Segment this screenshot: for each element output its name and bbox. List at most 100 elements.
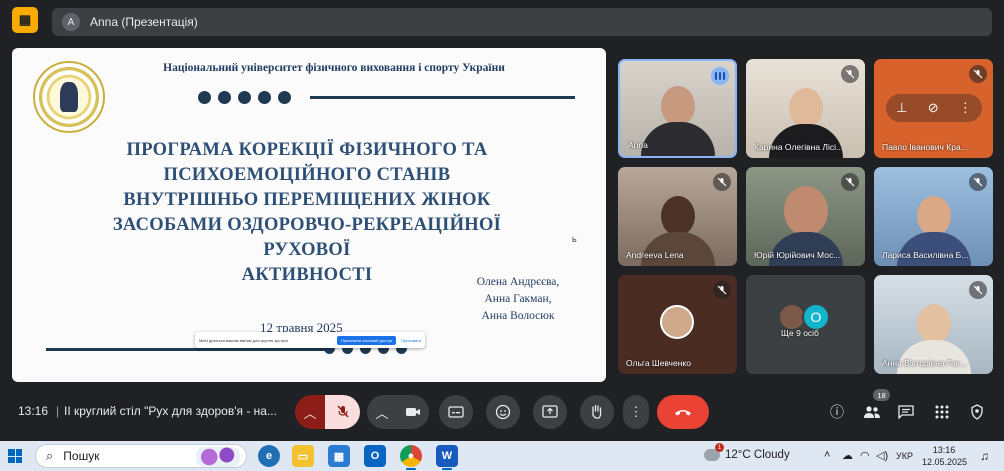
- windows-start-icon[interactable]: [8, 449, 22, 463]
- emoji-icon: [495, 404, 511, 420]
- presenter-bar: A Anna (Презентація): [52, 8, 992, 36]
- participant-name: Павло Іванович Кра...: [882, 142, 968, 152]
- more-participants-label: Ще 9 осіб: [781, 328, 819, 338]
- participant-tile[interactable]: Andreeva Lena: [618, 167, 737, 266]
- taskbar-search[interactable]: ⌕ Пошук: [35, 444, 247, 468]
- weather-alert-badge: 1: [715, 443, 724, 452]
- participant-name: Анна Вікторівна Гак...: [882, 358, 967, 368]
- cloud-icon: 1: [704, 443, 724, 461]
- system-clock[interactable]: 13:16 12.05.2025: [922, 444, 968, 468]
- camera-toggle-button[interactable]: [397, 395, 429, 429]
- chevron-up-icon[interactable]: ˄: [824, 449, 830, 461]
- hand-icon: [592, 404, 602, 419]
- microphone-toggle-button[interactable]: [325, 395, 360, 429]
- hide-button[interactable]: Приховати: [401, 338, 421, 343]
- end-call-icon: [675, 410, 691, 416]
- store-icon[interactable]: ▦: [328, 445, 350, 467]
- host-controls-button[interactable]: [966, 401, 988, 423]
- meeting-time: 13:16: [18, 404, 49, 418]
- slide-title-line: ЗАСОБАМИ ОЗДОРОВЧО-РЕКРЕАЦІЙНОЇ РУХОВОЇ: [112, 215, 502, 260]
- present-now-button[interactable]: [533, 395, 567, 429]
- active-app-indicator: [442, 468, 452, 470]
- participant-name: Ольга Шевченко: [626, 358, 691, 368]
- mic-off-icon: [336, 405, 349, 418]
- people-icon: [864, 406, 880, 418]
- university-logo: [33, 61, 105, 133]
- mic-options-button[interactable]: ︿: [295, 395, 325, 429]
- search-icon: ⌕: [46, 448, 54, 463]
- participant-tile[interactable]: Anna: [618, 59, 737, 158]
- presentation-icon[interactable]: ▦: [12, 7, 38, 33]
- shared-presentation: Національний університет фізичного вихов…: [12, 48, 606, 382]
- participant-tile[interactable]: Анна Вікторівна Гак...: [874, 275, 993, 374]
- language-indicator[interactable]: УКР: [896, 451, 913, 461]
- participant-tile[interactable]: Ольга Шевченко: [618, 275, 737, 374]
- clock-date: 12.05.2025: [922, 457, 968, 467]
- more-vert-icon: ⋮: [629, 404, 643, 419]
- mic-off-icon: [841, 173, 859, 191]
- wifi-icon[interactable]: ◠: [860, 449, 870, 462]
- more-options-button[interactable]: ⋮: [623, 395, 649, 429]
- meeting-title: II круглий стіл "Рух для здоров'я - на..…: [64, 404, 277, 418]
- mouse-cursor: ь: [572, 234, 577, 244]
- apps-grid-icon: [935, 405, 949, 419]
- meeting-details-button[interactable]: ⓘ: [826, 401, 848, 423]
- participant-avatars: O: [778, 303, 830, 331]
- captions-button[interactable]: [439, 395, 473, 429]
- participant-name: Лариса Василівна Б...: [882, 250, 969, 260]
- more-participants-tile[interactable]: O Ще 9 осіб: [746, 275, 865, 374]
- weather-widget[interactable]: 1 12°C Cloudy: [704, 443, 790, 461]
- meet-window: ▦ A Anna (Презентація) Національний унів…: [0, 0, 1004, 471]
- slide-authors: Олена Андрєєва, Анна Гакман, Анна Волосю…: [458, 274, 578, 325]
- participant-tile[interactable]: Юрій Юрійович Мос...: [746, 167, 865, 266]
- mic-off-icon: [969, 65, 987, 83]
- activities-button[interactable]: [931, 401, 953, 423]
- host-controls-icon: [971, 404, 983, 420]
- outlook-icon[interactable]: O: [364, 445, 386, 467]
- info-icon: ⓘ: [830, 404, 844, 420]
- author: Олена Андрєєва,: [476, 276, 560, 288]
- captions-icon: [448, 406, 464, 418]
- participant-avatar: O: [802, 303, 830, 331]
- mic-off-icon: [713, 173, 731, 191]
- slide-title-line: ПСИХОЕМОЦІЙНОГО СТАНІВ: [163, 165, 451, 185]
- people-button[interactable]: [861, 401, 883, 423]
- presenter-avatar: A: [62, 13, 80, 31]
- camera-options-button[interactable]: ︿: [367, 395, 397, 429]
- mic-off-icon: [969, 173, 987, 191]
- participant-tile[interactable]: Карина Олегівна Лісі...: [746, 59, 865, 158]
- volume-icon[interactable]: ◁): [876, 449, 888, 462]
- present-screen-icon: [542, 405, 558, 418]
- raise-hand-button[interactable]: [580, 395, 614, 429]
- stop-sharing-button[interactable]: Припинити спільний доступ: [336, 335, 397, 345]
- chat-button[interactable]: [895, 401, 917, 423]
- chevron-up-icon: ︿: [375, 405, 389, 421]
- participant-name: Andreeva Lena: [626, 250, 684, 260]
- word-icon[interactable]: W: [436, 445, 458, 467]
- file-explorer-icon[interactable]: ▭: [292, 445, 314, 467]
- divider: |: [56, 404, 60, 418]
- participant-name: Карина Олегівна Лісі...: [754, 142, 844, 152]
- search-highlight-image: [196, 447, 240, 467]
- weather-text: 12°C Cloudy: [725, 449, 790, 461]
- screen-share-notification: Meet ділиться вашим вікном для грунтю зу…: [195, 332, 425, 348]
- camera-icon: [406, 408, 420, 416]
- participant-name: Anna: [628, 140, 648, 150]
- participant-name: Юрій Юрійович Мос...: [754, 250, 841, 260]
- decorative-line: [310, 96, 575, 99]
- more-options-icon[interactable]: ⋮: [959, 100, 972, 116]
- presenter-label: Anna (Презентація): [90, 15, 198, 29]
- pin-icon[interactable]: ⊥: [896, 100, 907, 116]
- reactions-button[interactable]: [486, 395, 520, 429]
- mute-participant-icon[interactable]: ⊘: [928, 100, 939, 116]
- edge-icon[interactable]: e: [258, 445, 280, 467]
- participant-tile[interactable]: Лариса Василівна Б...: [874, 167, 993, 266]
- os-taskbar: ⌕ Пошук e ▭ ▦ O ● W 1 12°C Cloudy ˄ ☁ ◠ …: [0, 441, 1004, 471]
- participant-tile[interactable]: ⊥ ⊘ ⋮ Павло Іванович Кра...: [874, 59, 993, 158]
- author: Анна Волосюк: [481, 310, 555, 322]
- tile-hover-controls: ⊥ ⊘ ⋮: [886, 94, 982, 122]
- chrome-icon[interactable]: ●: [400, 445, 422, 467]
- onedrive-icon[interactable]: ☁: [842, 449, 853, 462]
- notification-bell-icon[interactable]: ♫: [980, 449, 989, 463]
- leave-call-button[interactable]: [657, 395, 709, 429]
